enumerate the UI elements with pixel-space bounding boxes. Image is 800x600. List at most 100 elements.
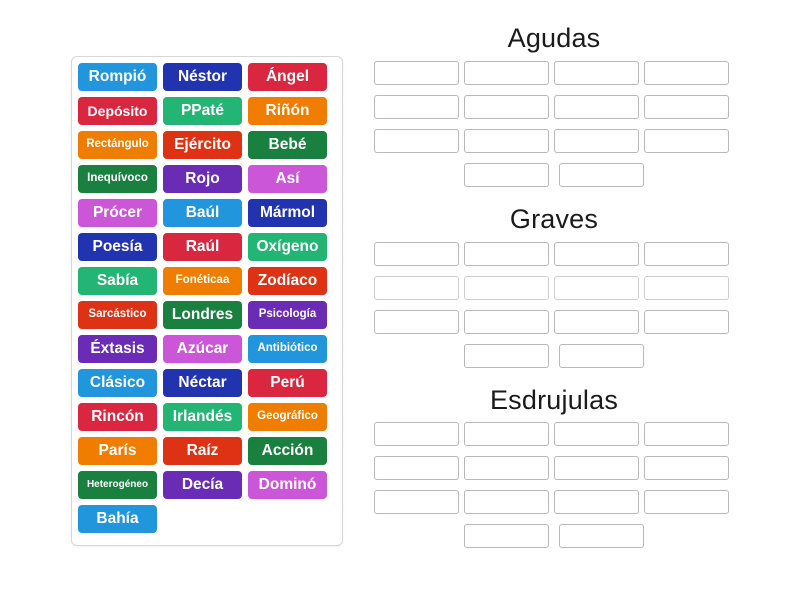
drop-slot[interactable] <box>464 275 549 300</box>
drop-slot[interactable] <box>464 162 549 187</box>
word-tile[interactable]: Azúcar <box>163 335 242 363</box>
word-tile[interactable]: Fonéticaa <box>163 267 242 295</box>
category-graves: Graves <box>374 203 734 378</box>
drop-slot[interactable] <box>464 490 549 515</box>
drop-grid <box>374 422 734 558</box>
word-tile[interactable]: Rectángulo <box>78 131 157 159</box>
word-tile[interactable]: Prócer <box>78 199 157 227</box>
word-tile[interactable]: París <box>78 437 157 465</box>
drop-slot[interactable] <box>464 456 549 481</box>
categories-panel: Agudas Graves Esdrujulas <box>374 22 734 564</box>
drop-slot[interactable] <box>374 309 459 334</box>
drop-slot[interactable] <box>559 524 644 549</box>
word-tile[interactable]: Dominó <box>248 471 327 499</box>
word-tile[interactable]: Londres <box>163 301 242 329</box>
drop-row <box>374 343 734 378</box>
drop-slot[interactable] <box>464 94 549 119</box>
word-tile[interactable]: PPaté <box>163 97 242 125</box>
word-tile[interactable]: Poesía <box>78 233 157 261</box>
word-tile[interactable]: Así <box>248 165 327 193</box>
drop-slot[interactable] <box>374 241 459 266</box>
drop-slot[interactable] <box>644 275 729 300</box>
drop-slot[interactable] <box>644 128 729 153</box>
drop-row <box>374 60 734 95</box>
word-tile[interactable]: Oxígeno <box>248 233 327 261</box>
drop-slot[interactable] <box>554 94 639 119</box>
drop-slot[interactable] <box>374 456 459 481</box>
word-tile[interactable]: Rojo <box>163 165 242 193</box>
word-tile[interactable]: Ejército <box>163 131 242 159</box>
word-tile[interactable]: Inequívoco <box>78 165 157 193</box>
drop-slot[interactable] <box>374 275 459 300</box>
drop-slot[interactable] <box>374 94 459 119</box>
word-tile[interactable]: Bebé <box>248 131 327 159</box>
category-agudas: Agudas <box>374 22 734 197</box>
word-tile[interactable]: Rompió <box>78 63 157 91</box>
drop-slot[interactable] <box>464 60 549 85</box>
word-tile[interactable]: Sabía <box>78 267 157 295</box>
word-tile[interactable]: Geográfico <box>248 403 327 431</box>
word-tile[interactable]: Riñón <box>248 97 327 125</box>
drop-slot[interactable] <box>464 343 549 368</box>
drop-slot[interactable] <box>554 456 639 481</box>
drop-slot[interactable] <box>644 94 729 119</box>
drop-row <box>374 162 734 197</box>
word-tile[interactable]: Perú <box>248 369 327 397</box>
drop-slot[interactable] <box>374 422 459 447</box>
drop-slot[interactable] <box>374 490 459 515</box>
drop-slot[interactable] <box>554 309 639 334</box>
drop-slot[interactable] <box>464 422 549 447</box>
word-tile[interactable]: Heterogéneo <box>78 471 157 499</box>
category-title: Esdrujulas <box>489 384 619 415</box>
word-tile[interactable]: Éxtasis <box>78 335 157 363</box>
word-tile[interactable]: Decía <box>163 471 242 499</box>
drop-slot[interactable] <box>554 275 639 300</box>
word-bank-grid: Rompió Néstor Ángel Depósito PPaté Riñón Rectá… <box>78 63 337 539</box>
drop-row <box>374 128 734 163</box>
word-tile[interactable]: Irlandés <box>163 403 242 431</box>
word-tile[interactable]: Ángel <box>248 63 327 91</box>
drop-slot[interactable] <box>554 60 639 85</box>
drop-slot[interactable] <box>464 524 549 549</box>
drop-slot[interactable] <box>554 422 639 447</box>
word-tile[interactable]: Psicología <box>248 301 327 329</box>
word-tile[interactable]: Zodíaco <box>248 267 327 295</box>
word-tile[interactable]: Néstor <box>163 63 242 91</box>
drop-slot[interactable] <box>554 128 639 153</box>
drop-slot[interactable] <box>644 241 729 266</box>
word-tile[interactable]: Depósito <box>78 97 157 125</box>
word-tile[interactable]: Baúl <box>163 199 242 227</box>
drop-row <box>374 524 734 558</box>
drop-slot[interactable] <box>559 343 644 368</box>
drop-slot[interactable] <box>644 422 729 447</box>
drop-slot[interactable] <box>559 162 644 187</box>
drop-grid <box>374 241 734 378</box>
drop-slot[interactable] <box>554 241 639 266</box>
drop-slot[interactable] <box>464 128 549 153</box>
drop-row <box>374 94 734 129</box>
drop-slot[interactable] <box>644 309 729 334</box>
drop-row <box>374 275 734 310</box>
word-tile[interactable]: Néctar <box>163 369 242 397</box>
word-tile[interactable]: Clásico <box>78 369 157 397</box>
drop-slot[interactable] <box>644 456 729 481</box>
word-tile[interactable]: Antibiótico <box>248 335 327 363</box>
drop-slot[interactable] <box>374 128 459 153</box>
word-bank-panel: Rompió Néstor Ángel Depósito PPaté Riñón Rectá… <box>71 56 343 546</box>
drop-slot[interactable] <box>464 241 549 266</box>
drop-slot[interactable] <box>644 60 729 85</box>
category-esdrujulas: Esdrujulas <box>374 384 734 559</box>
word-tile[interactable]: Bahía <box>78 505 157 533</box>
word-tile[interactable]: Mármol <box>248 199 327 227</box>
drop-slot[interactable] <box>464 309 549 334</box>
word-tile[interactable]: Acción <box>248 437 327 465</box>
word-tile[interactable]: Rincón <box>78 403 157 431</box>
word-tile[interactable]: Raíz <box>163 437 242 465</box>
drop-slot[interactable] <box>374 60 459 85</box>
drop-row <box>374 490 734 524</box>
drop-slot[interactable] <box>644 490 729 515</box>
drop-slot[interactable] <box>554 490 639 515</box>
word-tile[interactable]: Raúl <box>163 233 242 261</box>
drop-row <box>374 309 734 344</box>
word-tile[interactable]: Sarcástico <box>78 301 157 329</box>
